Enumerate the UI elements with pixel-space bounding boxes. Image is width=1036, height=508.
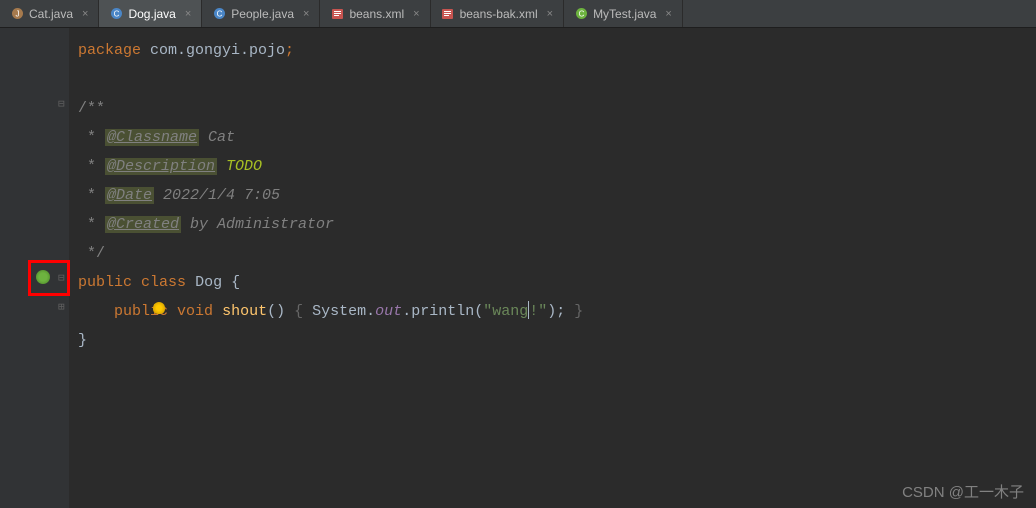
tab-people[interactable]: C People.java × xyxy=(202,0,320,27)
tab-label: Dog.java xyxy=(128,7,175,21)
code-line: } xyxy=(78,326,1036,355)
tab-label: beans-bak.xml xyxy=(460,7,538,21)
code-line: * @Classname Cat xyxy=(78,123,1036,152)
gutter[interactable]: ⊟ ⊟ ⊞ xyxy=(0,28,70,508)
close-icon[interactable]: × xyxy=(303,8,309,20)
code-line: */ xyxy=(78,239,1036,268)
tab-cat[interactable]: J Cat.java × xyxy=(0,0,99,27)
code-area[interactable]: package com.gongyi.pojo; /** * @Classnam… xyxy=(70,28,1036,508)
close-icon[interactable]: × xyxy=(665,8,671,20)
vertical-scrollbar[interactable] xyxy=(1024,28,1036,508)
watermark: CSDN @工一木子 xyxy=(902,481,1024,502)
fold-toggle[interactable]: ⊞ xyxy=(58,300,65,313)
class-icon: C xyxy=(109,7,123,21)
java-icon: J xyxy=(10,7,24,21)
tab-label: Cat.java xyxy=(29,7,73,21)
code-line: public class Dog { xyxy=(78,268,1036,297)
class-icon: C xyxy=(212,7,226,21)
tab-label: People.java xyxy=(231,7,294,21)
svg-text:C: C xyxy=(578,10,584,19)
tab-label: MyTest.java xyxy=(593,7,656,21)
code-line: package com.gongyi.pojo; xyxy=(78,36,1036,65)
close-icon[interactable]: × xyxy=(413,8,419,20)
code-line: * @Description TODO xyxy=(78,152,1036,181)
svg-text:C: C xyxy=(216,10,222,19)
fold-toggle[interactable]: ⊟ xyxy=(58,97,65,110)
close-icon[interactable]: × xyxy=(185,8,191,20)
tab-dog[interactable]: C Dog.java × xyxy=(99,0,202,27)
xml-icon xyxy=(441,7,455,21)
close-icon[interactable]: × xyxy=(547,8,553,20)
code-line: public void shout() { System.out.println… xyxy=(78,297,1036,326)
close-icon[interactable]: × xyxy=(82,8,88,20)
code-line: * @Date 2022/1/4 7:05 xyxy=(78,181,1036,210)
tab-label: beans.xml xyxy=(349,7,404,21)
tab-bar: J Cat.java × C Dog.java × C People.java … xyxy=(0,0,1036,28)
tab-beans[interactable]: beans.xml × xyxy=(320,0,430,27)
svg-text:J: J xyxy=(15,10,19,19)
highlight-box xyxy=(28,260,70,296)
code-line xyxy=(78,65,1036,94)
tab-beans-bak[interactable]: beans-bak.xml × xyxy=(431,0,564,27)
intention-bulb-icon[interactable] xyxy=(153,302,165,314)
xml-icon xyxy=(330,7,344,21)
svg-text:C: C xyxy=(114,10,120,19)
class-icon: C xyxy=(574,7,588,21)
tab-mytest[interactable]: C MyTest.java × xyxy=(564,0,683,27)
code-line: /** xyxy=(78,94,1036,123)
code-line: * @Created by Administrator xyxy=(78,210,1036,239)
editor-area: ⊟ ⊟ ⊞ package com.gongyi.pojo; /** * @Cl… xyxy=(0,28,1036,508)
